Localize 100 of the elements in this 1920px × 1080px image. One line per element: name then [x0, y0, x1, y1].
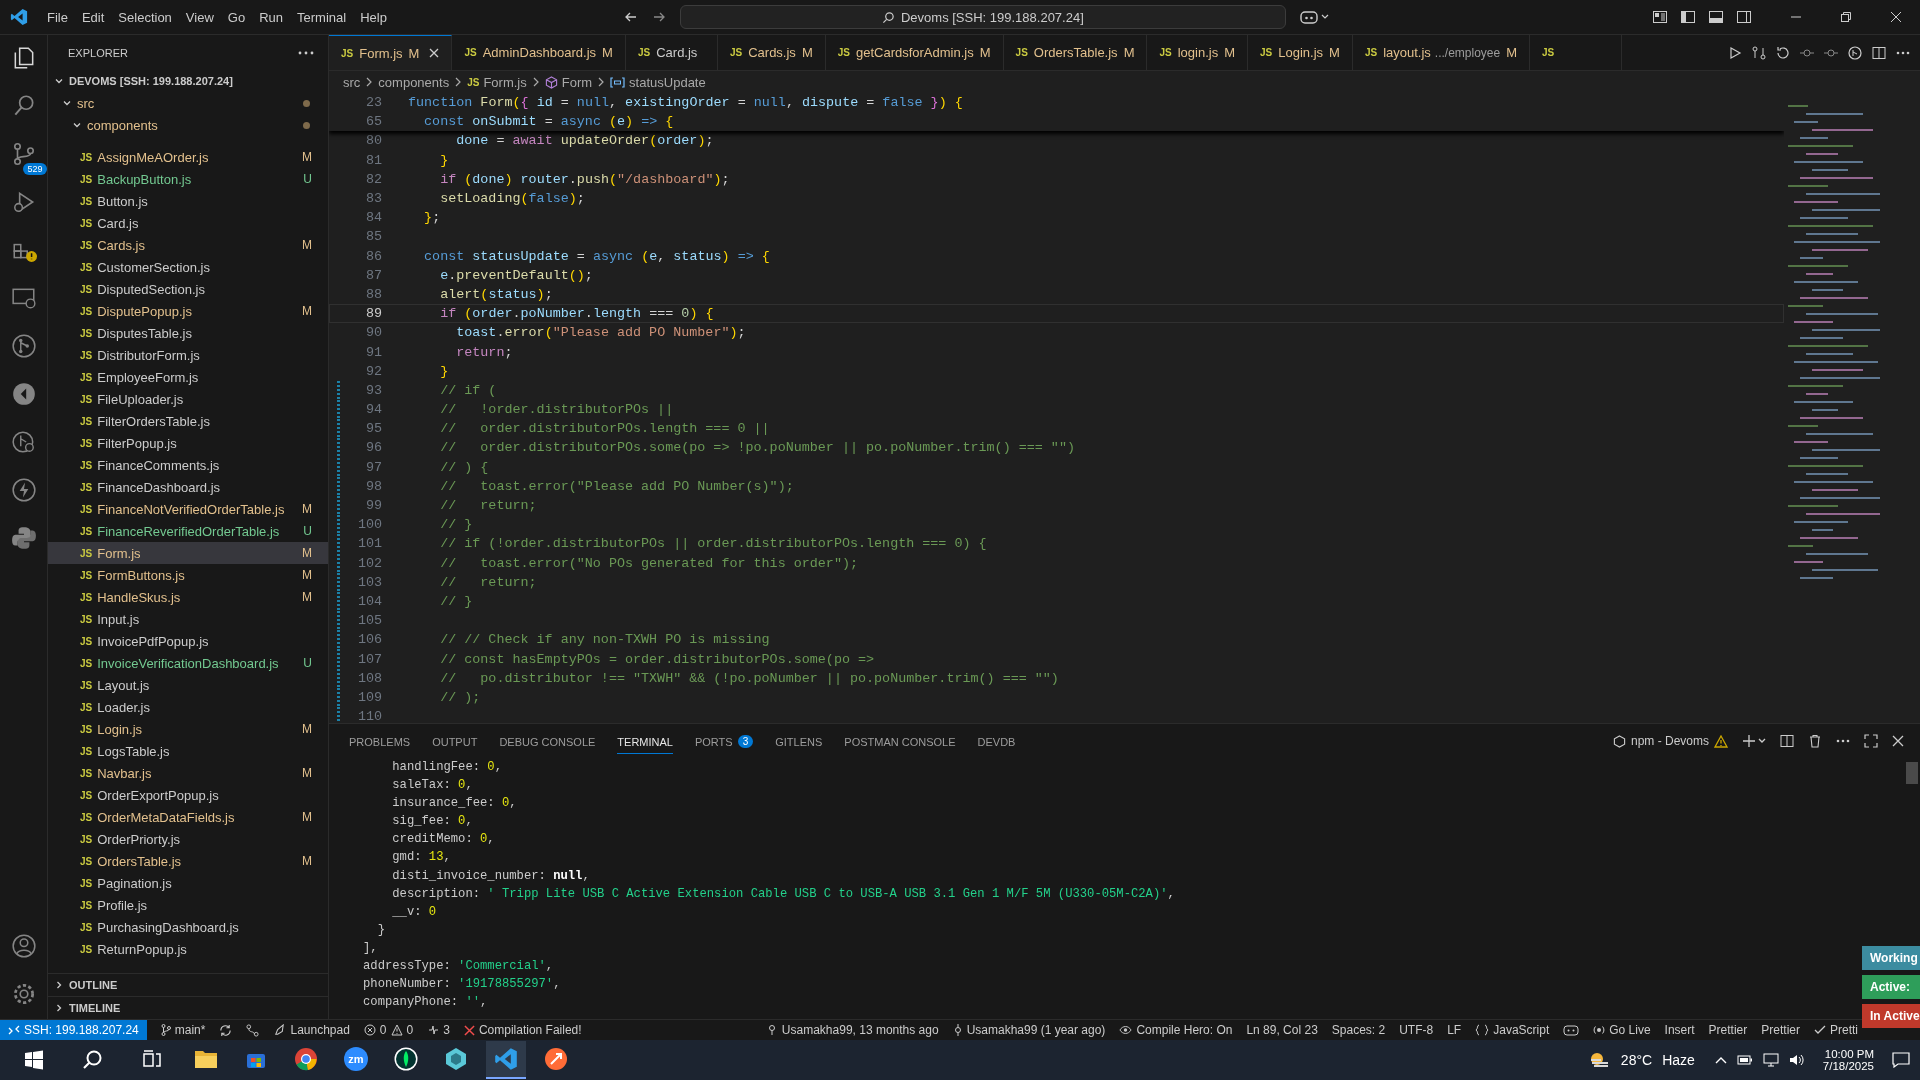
revert-icon[interactable] [1776, 45, 1790, 60]
ports-indicator[interactable]: 3 [427, 1023, 450, 1037]
explorer-row[interactable]: JS ReturnPopup.js [48, 938, 328, 960]
explorer-row[interactable]: JS Profile.js [48, 894, 328, 916]
breadcrumb-item[interactable]: statusUpdate [610, 74, 706, 90]
panel-tab[interactable]: DEBUG CONSOLE [499, 728, 596, 754]
clock-time[interactable]: 10:00 PM [1824, 1048, 1874, 1060]
account-icon[interactable] [10, 933, 37, 959]
menu-item[interactable]: File [40, 6, 75, 28]
folder-item[interactable]: components [48, 114, 328, 136]
explorer-row[interactable]: JS DisputesTable.js [48, 322, 328, 344]
trash-icon[interactable] [1808, 734, 1822, 748]
explorer-row[interactable]: JS FinanceDashboard.js [48, 476, 328, 498]
menu-item[interactable]: Go [220, 6, 253, 28]
close-icon[interactable] [1892, 735, 1904, 747]
task-view-icon[interactable] [142, 1050, 162, 1070]
close-icon[interactable] [1890, 11, 1902, 23]
weather-temperature[interactable]: 28°C [1620, 1052, 1653, 1068]
copilot-icon[interactable] [1563, 1024, 1580, 1036]
close-icon[interactable] [429, 48, 440, 58]
python-icon[interactable] [10, 525, 37, 551]
git-graph-icon[interactable] [10, 333, 37, 359]
maximize-icon[interactable] [1864, 734, 1878, 748]
status-item[interactable]: Insert [1664, 1023, 1695, 1037]
notifications-icon[interactable] [1892, 1052, 1910, 1068]
compile-status[interactable]: Compilation Failed! [463, 1023, 582, 1037]
more-actions-icon[interactable] [1836, 739, 1850, 743]
editor-tab[interactable]: JS Login.js M [1248, 35, 1353, 70]
editor-tab[interactable]: JS login.js M [1147, 35, 1248, 70]
menu-item[interactable]: Help [353, 6, 394, 28]
explorer-row[interactable]: JS Card.js [48, 212, 328, 234]
explorer-row[interactable]: JS DisputePopup.js M [48, 300, 328, 322]
scrollbar-thumb[interactable] [1906, 762, 1918, 784]
explorer-row[interactable]: JS Pagination.js [48, 872, 328, 894]
menu-item[interactable]: Selection [111, 6, 179, 28]
explorer-row[interactable]: JS Cards.js M [48, 234, 328, 256]
more-actions-icon[interactable] [298, 50, 314, 55]
battery-icon[interactable] [1736, 1054, 1753, 1066]
new-terminal-icon[interactable] [1742, 734, 1766, 748]
explorer-row[interactable]: JS AssignMeAOrder.js M [48, 146, 328, 168]
layout-icon[interactable] [1652, 9, 1668, 25]
search-icon[interactable] [82, 1049, 104, 1071]
explorer-row[interactable]: JS OrdersTable.js M [48, 850, 328, 872]
editor-tab[interactable]: JS OrdersTable.js M [1003, 35, 1148, 70]
go-live-button[interactable]: Go Live [1593, 1023, 1651, 1037]
status-item[interactable]: Ln 89, Col 23 [1246, 1023, 1318, 1037]
panel-tab[interactable]: PORTS 3 [694, 728, 754, 754]
launchpad-item[interactable]: Launchpad [273, 1023, 350, 1037]
git-author-item[interactable]: Usamakha99 (1 year ago) [952, 1023, 1106, 1037]
editor-tab[interactable]: JS AdminDashboard.js M [452, 35, 626, 70]
panel-toggle-icon[interactable] [1708, 9, 1724, 25]
volume-icon[interactable] [1788, 1053, 1805, 1067]
timeline-search-icon[interactable] [10, 429, 37, 455]
explorer-row[interactable]: JS FinanceNotVerifiedOrderTable.js M [48, 498, 328, 520]
editor-tab[interactable]: JS Card.js [625, 35, 718, 70]
explorer-row[interactable]: JS FilterOrdersTable.js [48, 410, 328, 432]
chevron-up-icon[interactable] [1714, 1056, 1727, 1064]
language-mode[interactable]: JavaScript [1475, 1023, 1550, 1037]
status-item[interactable]: LF [1447, 1023, 1462, 1037]
explorer-row[interactable]: JS Loader.js [48, 696, 328, 718]
panel-tab[interactable]: POSTMAN CONSOLE [844, 728, 956, 754]
explorer-row[interactable]: JS FinanceReverifiedOrderTable.js U [48, 520, 328, 542]
network-icon[interactable] [1762, 1053, 1779, 1067]
editor-tab[interactable]: JS [1530, 35, 1623, 70]
lightning-icon[interactable] [10, 477, 37, 503]
forward-arrow-icon[interactable] [651, 10, 666, 24]
explorer-row[interactable]: JS Login.js M [48, 718, 328, 740]
more-actions-icon[interactable] [1896, 50, 1910, 55]
explorer-row[interactable]: JS OrderMetaDataFields.js M [48, 806, 328, 828]
panel-tab[interactable]: DEVDB [977, 728, 1016, 754]
sync-icon[interactable] [219, 1023, 233, 1037]
git-blame-item[interactable]: Usamakha99, 13 months ago [765, 1023, 939, 1037]
secondary-sidebar-icon[interactable] [1736, 9, 1752, 25]
restore-icon[interactable] [1840, 11, 1852, 23]
breadcrumb-item[interactable]: components [378, 74, 450, 90]
editor-tab[interactable]: JS Cards.js M [717, 35, 826, 70]
editor-tab[interactable]: JS layout.js .../employee M [1352, 35, 1531, 70]
explorer-row[interactable]: JS OrderExportPopup.js [48, 784, 328, 806]
workspace-root[interactable]: DEVOMS [SSH: 199.188.207.24] [48, 70, 328, 92]
branch-indicator[interactable]: main* [160, 1023, 206, 1037]
explorer-row[interactable]: JS Layout.js [48, 674, 328, 696]
branch-flow-icon[interactable] [246, 1023, 260, 1037]
copilot-icon[interactable] [1299, 9, 1330, 25]
explorer-row[interactable]: JS Button.js [48, 190, 328, 212]
compile-hero-toggle[interactable]: Compile Hero: On [1119, 1023, 1233, 1037]
menu-item[interactable]: Edit [74, 6, 112, 28]
explorer-row[interactable]: JS CustomerSection.js [48, 256, 328, 278]
explorer-row[interactable]: JS OrderPriorty.js [48, 828, 328, 850]
panel-tab[interactable]: GITLENS [775, 728, 823, 754]
breadcrumb-item[interactable]: JS Form.js [467, 74, 527, 90]
explorer-row[interactable]: JS BackupButton.js U [48, 168, 328, 190]
prettier-status[interactable]: Pretti [1814, 1023, 1858, 1037]
status-item[interactable]: Spaces: 2 [1331, 1023, 1386, 1037]
explorer-row[interactable]: JS FinanceComments.js [48, 454, 328, 476]
menu-item[interactable]: View [178, 6, 221, 28]
breadcrumb-item[interactable]: src [343, 74, 361, 90]
command-center-search[interactable]: Devoms [SSH: 199.188.207.24] [679, 5, 1286, 29]
status-item[interactable]: Prettier [1761, 1023, 1800, 1037]
breadcrumb-item[interactable]: Form [544, 74, 593, 90]
compare-changes-icon[interactable] [1752, 45, 1766, 60]
